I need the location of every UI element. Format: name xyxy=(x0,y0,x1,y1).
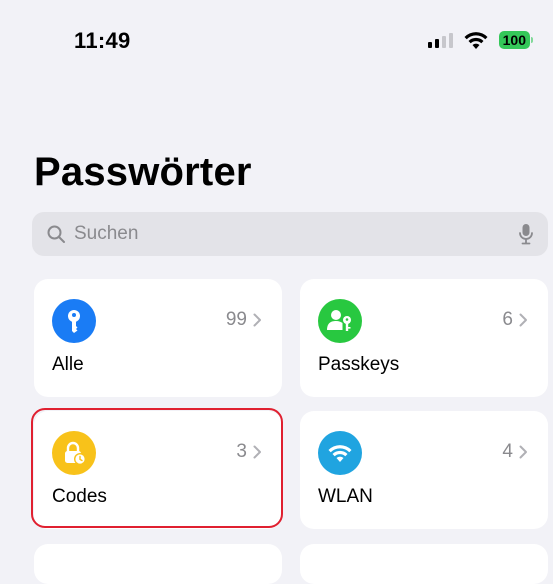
search-input[interactable] xyxy=(72,222,518,246)
chevron-right-icon xyxy=(253,313,261,327)
search-icon xyxy=(47,225,65,243)
wifi-status-icon xyxy=(464,32,488,49)
tile-label: Passkeys xyxy=(318,354,400,375)
status-bar: 11:49 100 xyxy=(0,0,553,80)
page-title: Passwörter xyxy=(34,150,252,194)
tile-wlan[interactable]: 4 WLAN xyxy=(300,411,548,529)
tile-label: Codes xyxy=(52,486,107,507)
tile-label: Alle xyxy=(52,354,84,375)
tile-count: 6 xyxy=(502,309,528,331)
search-bar[interactable] xyxy=(32,212,548,256)
tile-count: 3 xyxy=(236,441,262,463)
tile-alle[interactable]: 99 Alle xyxy=(34,279,282,397)
tile-partial[interactable] xyxy=(300,544,548,584)
chevron-right-icon xyxy=(519,313,527,327)
status-icons: 100 xyxy=(427,30,533,50)
person-key-icon xyxy=(318,299,362,343)
wifi-icon xyxy=(318,431,362,475)
chevron-right-icon xyxy=(519,445,527,459)
tile-label: WLAN xyxy=(318,486,373,507)
tile-passkeys[interactable]: 6 Passkeys xyxy=(300,279,548,397)
tile-count: 99 xyxy=(226,309,262,331)
cellular-signal-icon xyxy=(427,32,453,48)
battery-icon: 100 xyxy=(498,31,533,49)
key-icon xyxy=(52,299,96,343)
battery-level: 100 xyxy=(498,31,530,49)
status-time: 11:49 xyxy=(74,28,131,53)
lock-clock-icon xyxy=(52,431,96,475)
microphone-icon[interactable] xyxy=(518,223,534,245)
tile-codes[interactable]: 3 Codes xyxy=(34,411,282,529)
tile-count: 4 xyxy=(502,441,528,463)
tile-partial[interactable] xyxy=(34,544,282,584)
chevron-right-icon xyxy=(253,445,261,459)
